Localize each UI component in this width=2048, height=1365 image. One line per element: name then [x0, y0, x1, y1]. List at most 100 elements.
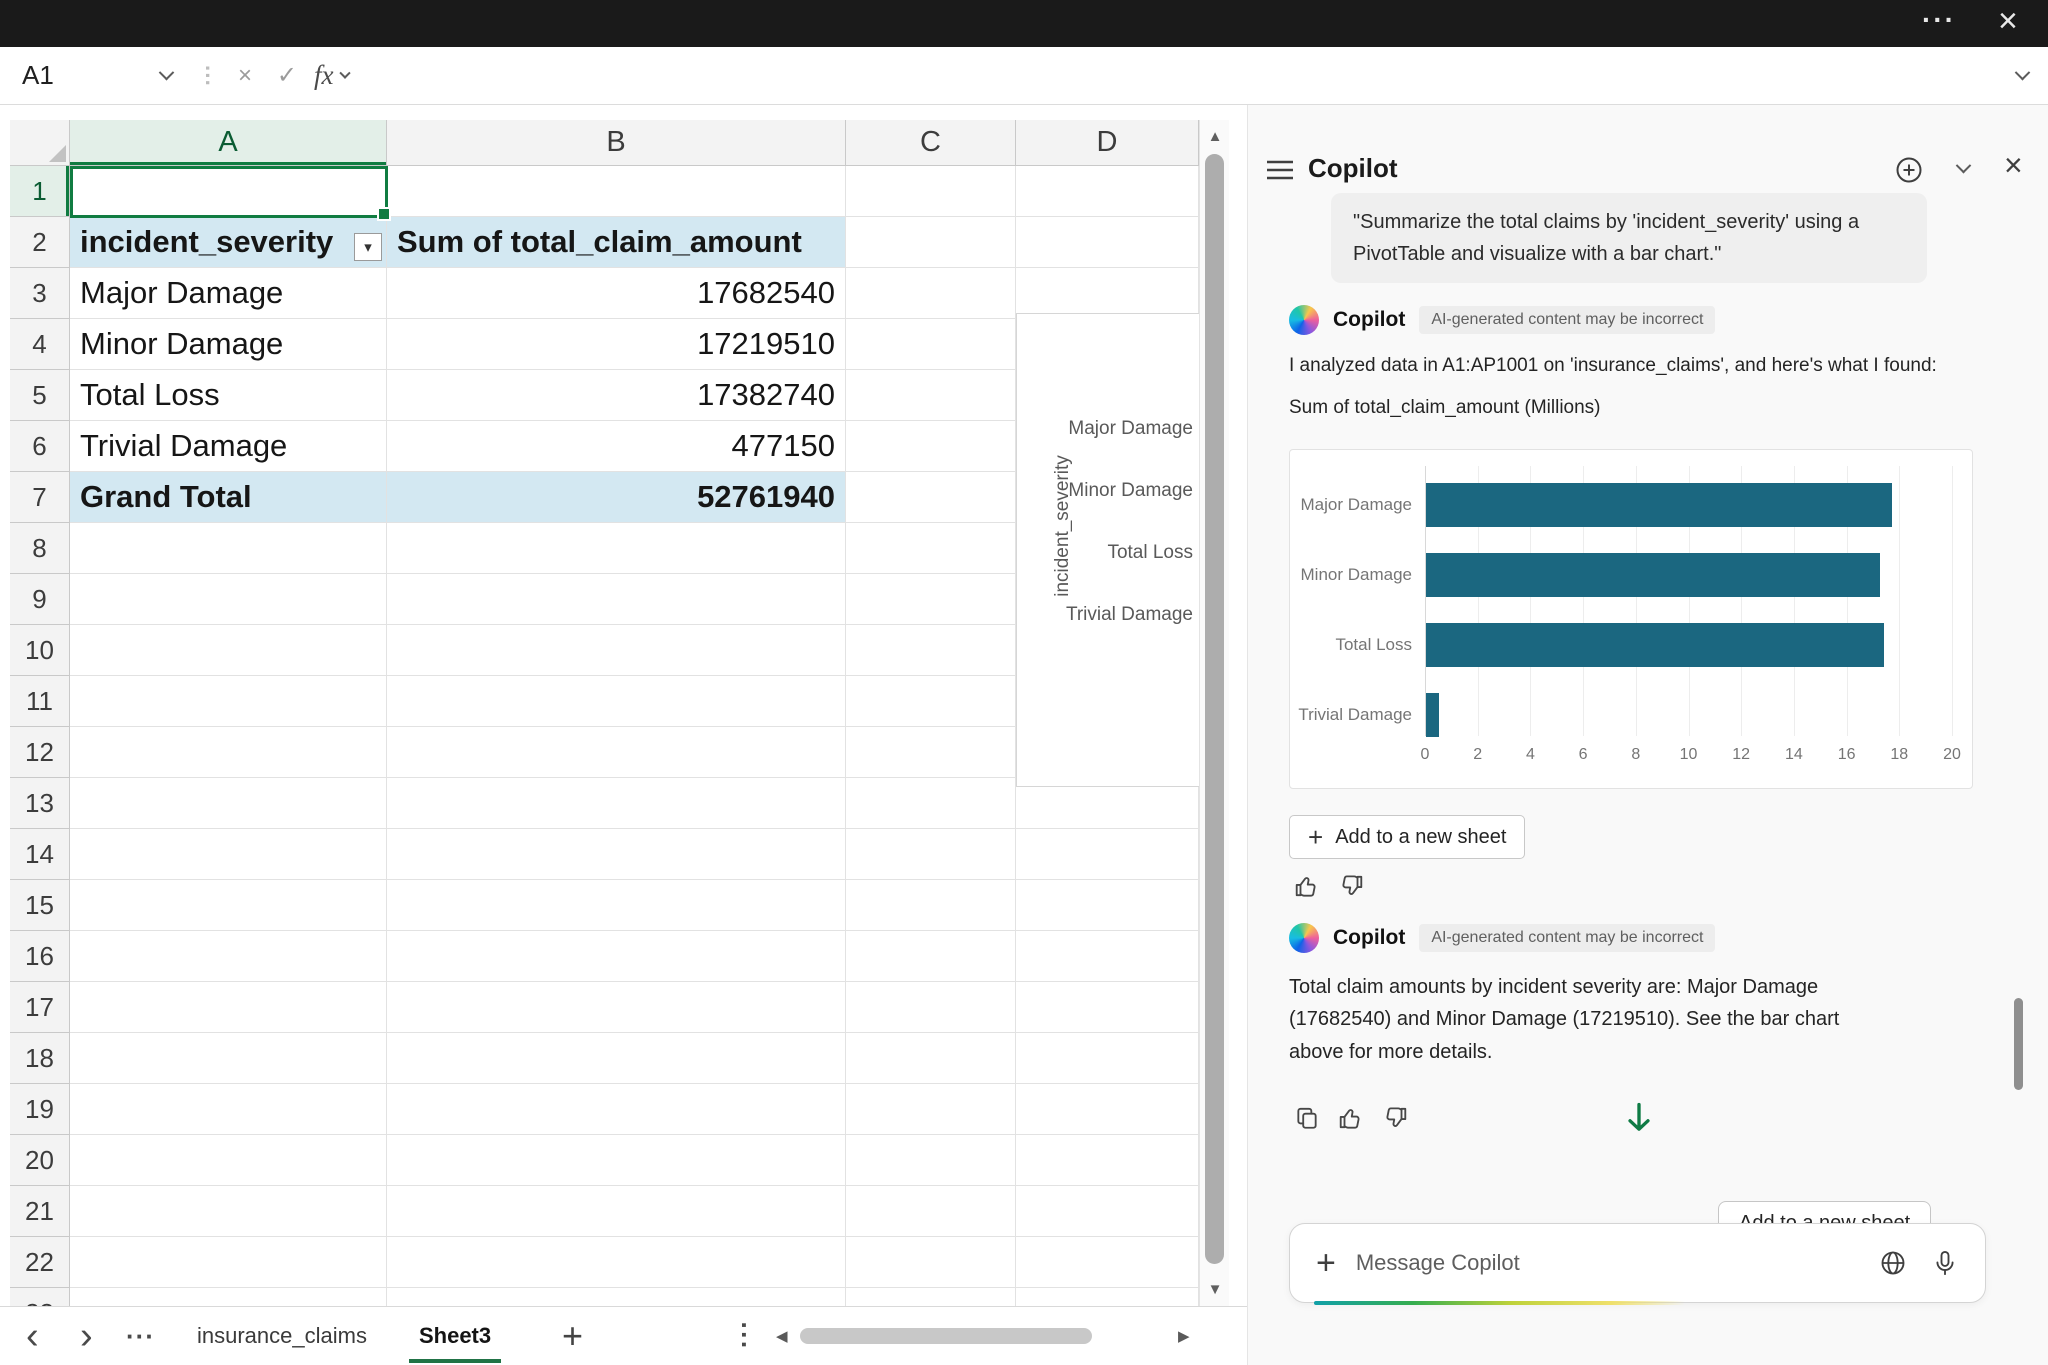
row-header-13[interactable]: 13 — [10, 778, 70, 829]
cell-C14[interactable] — [846, 829, 1016, 880]
row-header-20[interactable]: 20 — [10, 1135, 70, 1186]
row-header-3[interactable]: 3 — [10, 268, 70, 319]
cell-A17[interactable] — [70, 982, 387, 1033]
cell-A1[interactable] — [70, 166, 387, 217]
thumbs-down-icon[interactable] — [1382, 1105, 1408, 1131]
sheet-nav-left-icon[interactable]: ‹ — [26, 1307, 39, 1365]
cell-C16[interactable] — [846, 931, 1016, 982]
cell-B23[interactable] — [387, 1288, 846, 1306]
cell-D22[interactable] — [1016, 1237, 1199, 1288]
new-chat-icon[interactable] — [1894, 155, 1924, 185]
cell-B7[interactable]: 52761940 — [387, 472, 846, 523]
cell-B6[interactable]: 477150 — [387, 421, 846, 472]
cell-A6[interactable]: Trivial Damage — [70, 421, 387, 472]
row-header-9[interactable]: 9 — [10, 574, 70, 625]
add-sheet-icon[interactable]: + — [562, 1307, 583, 1365]
cell-B14[interactable] — [387, 829, 846, 880]
cell-A20[interactable] — [70, 1135, 387, 1186]
thumbs-up-icon[interactable] — [1294, 873, 1320, 899]
copilot-message-input[interactable]: + — [1289, 1223, 1986, 1305]
cell-A15[interactable] — [70, 880, 387, 931]
cell-C1[interactable] — [846, 166, 1016, 217]
cell-B18[interactable] — [387, 1033, 846, 1084]
cell-A8[interactable] — [70, 523, 387, 574]
cell-A14[interactable] — [70, 829, 387, 880]
cell-B20[interactable] — [387, 1135, 846, 1186]
cell-B22[interactable] — [387, 1237, 846, 1288]
cell-B5[interactable]: 17382740 — [387, 370, 846, 421]
cell-B9[interactable] — [387, 574, 846, 625]
thumbs-down-icon[interactable] — [1338, 873, 1364, 899]
pivot-filter-icon[interactable]: ▾ — [354, 233, 382, 261]
row-header-19[interactable]: 19 — [10, 1084, 70, 1135]
cell-D14[interactable] — [1016, 829, 1199, 880]
cell-A2[interactable]: incident_severity ▾ — [70, 217, 387, 268]
thumbs-up-icon[interactable] — [1338, 1105, 1364, 1131]
sheet-tab-insurance_claims[interactable]: insurance_claims — [185, 1307, 379, 1365]
horizontal-scrollbar-thumb[interactable] — [800, 1328, 1092, 1344]
row-header-4[interactable]: 4 — [10, 319, 70, 370]
cell-B15[interactable] — [387, 880, 846, 931]
cell-B4[interactable]: 17219510 — [387, 319, 846, 370]
row-header-16[interactable]: 16 — [10, 931, 70, 982]
enter-icon[interactable]: ✓ — [266, 61, 308, 90]
row-header-8[interactable]: 8 — [10, 523, 70, 574]
row-header-1[interactable]: 1 — [10, 166, 70, 217]
chevron-down-icon[interactable] — [158, 64, 175, 81]
window-close-icon[interactable]: × — [1998, 2, 2018, 41]
embedded-pivot-chart[interactable]: incident_severity Major Damage Minor Dama… — [1016, 313, 1199, 787]
cell-D23[interactable] — [1016, 1288, 1199, 1306]
cell-A16[interactable] — [70, 931, 387, 982]
formula-bar-expand-icon[interactable] — [2014, 64, 2031, 81]
row-header-17[interactable]: 17 — [10, 982, 70, 1033]
cell-A23[interactable] — [70, 1288, 387, 1306]
cell-C4[interactable] — [846, 319, 1016, 370]
menu-hamburger-icon[interactable] — [1266, 159, 1294, 181]
cell-B3[interactable]: 17682540 — [387, 268, 846, 319]
row-header-22[interactable]: 22 — [10, 1237, 70, 1288]
hscroll-left-icon[interactable]: ◀ — [776, 1307, 788, 1365]
cell-C6[interactable] — [846, 421, 1016, 472]
cell-A7[interactable]: Grand Total — [70, 472, 387, 523]
cell-C9[interactable] — [846, 574, 1016, 625]
cell-A5[interactable]: Total Loss — [70, 370, 387, 421]
row-header-5[interactable]: 5 — [10, 370, 70, 421]
cell-A11[interactable] — [70, 676, 387, 727]
cell-C13[interactable] — [846, 778, 1016, 829]
cell-C7[interactable] — [846, 472, 1016, 523]
cancel-icon[interactable]: × — [224, 62, 266, 90]
cell-D2[interactable] — [1016, 217, 1199, 268]
cell-C2[interactable] — [846, 217, 1016, 268]
scroll-up-icon[interactable]: ▲ — [1200, 128, 1230, 145]
cell-C5[interactable] — [846, 370, 1016, 421]
scroll-to-bottom-arrow-icon[interactable] — [1620, 1099, 1658, 1137]
web-globe-icon[interactable] — [1879, 1249, 1907, 1277]
cell-B10[interactable] — [387, 625, 846, 676]
cell-A19[interactable] — [70, 1084, 387, 1135]
cell-C12[interactable] — [846, 727, 1016, 778]
add-to-new-sheet-button[interactable]: + Add to a new sheet — [1289, 815, 1526, 859]
row-header-10[interactable]: 10 — [10, 625, 70, 676]
row-header-12[interactable]: 12 — [10, 727, 70, 778]
name-box[interactable]: A1 — [0, 47, 190, 105]
cell-C11[interactable] — [846, 676, 1016, 727]
sheet-tab-Sheet3[interactable]: Sheet3 — [407, 1307, 503, 1365]
sheet-nav-right-icon[interactable]: › — [80, 1307, 93, 1365]
cell-B19[interactable] — [387, 1084, 846, 1135]
row-header-15[interactable]: 15 — [10, 880, 70, 931]
row-header-23[interactable]: 23 — [10, 1288, 70, 1306]
row-header-18[interactable]: 18 — [10, 1033, 70, 1084]
cell-A12[interactable] — [70, 727, 387, 778]
cell-A3[interactable]: Major Damage — [70, 268, 387, 319]
cell-D17[interactable] — [1016, 982, 1199, 1033]
cell-A10[interactable] — [70, 625, 387, 676]
cell-C15[interactable] — [846, 880, 1016, 931]
column-header-D[interactable]: D — [1016, 120, 1199, 166]
cell-B21[interactable] — [387, 1186, 846, 1237]
column-header-C[interactable]: C — [846, 120, 1016, 166]
hscroll-right-icon[interactable]: ▶ — [1178, 1307, 1190, 1365]
select-all-corner[interactable] — [10, 120, 70, 166]
cell-B12[interactable] — [387, 727, 846, 778]
cell-B1[interactable] — [387, 166, 846, 217]
vertical-scrollbar[interactable]: ▲ ▼ — [1199, 120, 1229, 1306]
